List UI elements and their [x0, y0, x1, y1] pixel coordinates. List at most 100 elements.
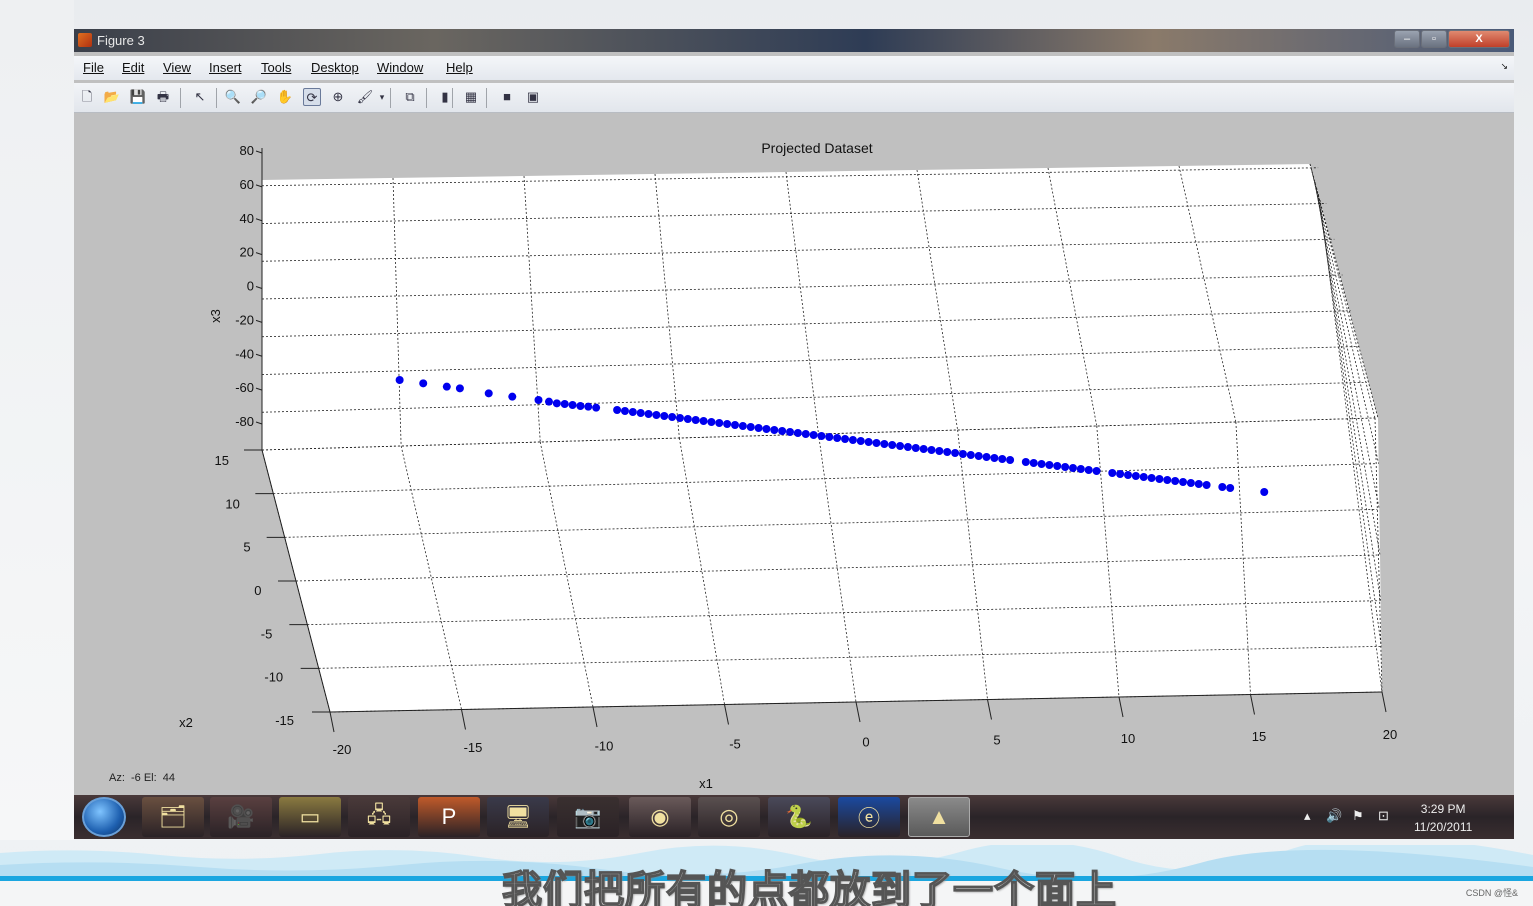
- data-point: [1260, 488, 1269, 496]
- data-point: [793, 429, 802, 437]
- toolbar-separator: [390, 88, 391, 108]
- data-point: [568, 401, 577, 409]
- data-point: [738, 422, 747, 430]
- data-cursor-icon[interactable]: ⊕: [329, 88, 347, 106]
- sticky-notes-taskbar-icon[interactable]: ▭: [279, 797, 341, 837]
- menu-view[interactable]: View: [163, 60, 191, 75]
- camera-taskbar-icon[interactable]: 📷: [557, 797, 619, 837]
- media-taskbar-icon[interactable]: 🎥: [210, 797, 272, 837]
- browser-taskbar-icon[interactable]: ⓔ: [838, 797, 900, 837]
- x-tick-label: 20: [1383, 727, 1397, 742]
- save-icon[interactable]: 💾: [129, 88, 147, 106]
- data-point: [919, 445, 928, 453]
- menu-tools[interactable]: Tools: [261, 60, 291, 75]
- data-point: [801, 430, 810, 438]
- system-clock[interactable]: 3:29 PM 11/20/2011: [1414, 800, 1472, 836]
- menu-dock-arrow-icon[interactable]: ↘: [1500, 61, 1508, 72]
- edit-plot-icon[interactable]: ↖: [191, 88, 209, 106]
- x-tick-mark: [1118, 696, 1124, 718]
- data-point: [817, 432, 826, 440]
- rotate-3d-icon[interactable]: ⟳: [303, 88, 321, 106]
- data-point: [508, 392, 517, 401]
- menu-desktop[interactable]: Desktop: [311, 60, 359, 75]
- menu-insert[interactable]: Insert: [209, 60, 242, 75]
- volume-icon[interactable]: 🔊: [1326, 808, 1342, 824]
- show-plot-tools-icon[interactable]: ▣: [524, 88, 542, 106]
- projected-dataset-plot[interactable]: 80 60 40 20 0 -20 -40 -60 -80 15 10 5 0 -5 -10 -15 -20 -1…: [74, 114, 1514, 795]
- brush-icon[interactable]: 🖌: [356, 88, 374, 106]
- y-tick-label: 10: [225, 496, 239, 511]
- brush-dropdown-icon[interactable]: ▾: [377, 88, 387, 106]
- data-point: [951, 449, 960, 457]
- zoom-in-icon[interactable]: 🔍: [224, 88, 242, 106]
- data-point: [1226, 484, 1235, 492]
- data-point: [636, 409, 645, 417]
- data-point: [1021, 458, 1030, 466]
- close-button[interactable]: X: [1448, 30, 1510, 48]
- data-point: [1061, 463, 1070, 471]
- data-point: [998, 455, 1007, 463]
- zoom-out-icon[interactable]: 🔎: [250, 88, 268, 106]
- minimize-button[interactable]: –: [1394, 30, 1420, 48]
- z-tick-label: -60: [235, 380, 254, 395]
- title-bar[interactable]: Figure 3 – ▫ X: [74, 29, 1514, 52]
- open-file-icon[interactable]: 📂: [103, 88, 121, 106]
- hide-plot-tools-icon[interactable]: ■: [498, 88, 516, 106]
- data-point: [762, 425, 771, 433]
- x-tick-mark: [461, 709, 466, 730]
- remote-desktop-taskbar-icon[interactable]: 🖥: [487, 797, 549, 837]
- network-icon[interactable]: ⊡: [1378, 808, 1389, 824]
- x-tick-mark: [592, 706, 598, 728]
- toolbar-separator: [452, 88, 453, 108]
- z-tick-label: -80: [235, 414, 254, 429]
- network-taskbar-icon[interactable]: 🖧: [348, 797, 410, 837]
- menu-help[interactable]: Help: [446, 60, 473, 75]
- new-figure-icon[interactable]: 🗋: [78, 88, 96, 106]
- show-hidden-icons-icon[interactable]: ▴: [1304, 808, 1311, 824]
- data-point: [786, 428, 795, 436]
- data-point: [1155, 475, 1164, 483]
- data-point: [935, 447, 944, 455]
- z-tick-mark: [255, 150, 263, 154]
- data-point: [1006, 456, 1015, 464]
- python-taskbar-icon[interactable]: 🐍: [768, 797, 830, 837]
- z-tick-label: 80: [240, 143, 254, 158]
- windows-taskbar: 🗂 🎥 ▭ 🖧 P 🖥 📷 ◉ ◎ 🐍 ⓔ ▲ ▴ 🔊 ⚑ ⊡ 3:29 PM 11/20/2011: [74, 795, 1514, 839]
- menu-edit[interactable]: Edit: [122, 60, 144, 75]
- x-axis-label: x1: [699, 776, 713, 791]
- data-point: [544, 397, 553, 406]
- start-button[interactable]: [82, 797, 126, 837]
- data-point: [1092, 467, 1101, 475]
- figure-toolbar: 🗋 📂 💾 🖶 ↖ 🔍 🔎 ✋ ⟳ ⊕ 🖌 ▾ ⧉ ▮ ▦ ■ ▣: [74, 83, 1514, 113]
- action-center-flag-icon[interactable]: ⚑: [1352, 808, 1364, 824]
- maximize-button[interactable]: ▫: [1421, 30, 1447, 48]
- video-subtitle: 我们把所有的点都放到了一个面上: [501, 868, 1117, 906]
- z-tick-mark: [255, 421, 263, 425]
- data-point: [856, 437, 865, 445]
- chrome-taskbar-icon[interactable]: ◉: [629, 797, 691, 837]
- link-plot-icon[interactable]: ⧉: [401, 88, 419, 106]
- data-point: [675, 414, 684, 422]
- data-point: [584, 402, 593, 411]
- menu-window[interactable]: Window: [377, 60, 423, 75]
- data-point: [1045, 461, 1054, 469]
- data-point: [778, 427, 787, 435]
- data-point: [668, 413, 677, 421]
- data-point: [442, 382, 451, 391]
- data-point: [1186, 479, 1195, 487]
- data-point: [699, 417, 708, 425]
- chart-title: Projected Dataset: [761, 140, 872, 156]
- menu-file[interactable]: File: [83, 60, 104, 75]
- z-tick-mark: [255, 218, 263, 222]
- legend-icon[interactable]: ▦: [462, 88, 480, 106]
- matlab-logo-icon: [78, 33, 92, 47]
- explorer-taskbar-icon[interactable]: 🗂: [142, 797, 204, 837]
- x-tick-label: -10: [595, 738, 614, 753]
- webcam-taskbar-icon[interactable]: ◎: [698, 797, 760, 837]
- print-icon[interactable]: 🖶: [154, 88, 172, 106]
- matlab-taskbar-icon[interactable]: ▲: [908, 797, 970, 837]
- csdn-watermark: CSDN @怪&: [1465, 888, 1518, 898]
- data-point: [1131, 472, 1140, 480]
- powerpoint-taskbar-icon[interactable]: P: [418, 797, 480, 837]
- pan-icon[interactable]: ✋: [276, 88, 294, 106]
